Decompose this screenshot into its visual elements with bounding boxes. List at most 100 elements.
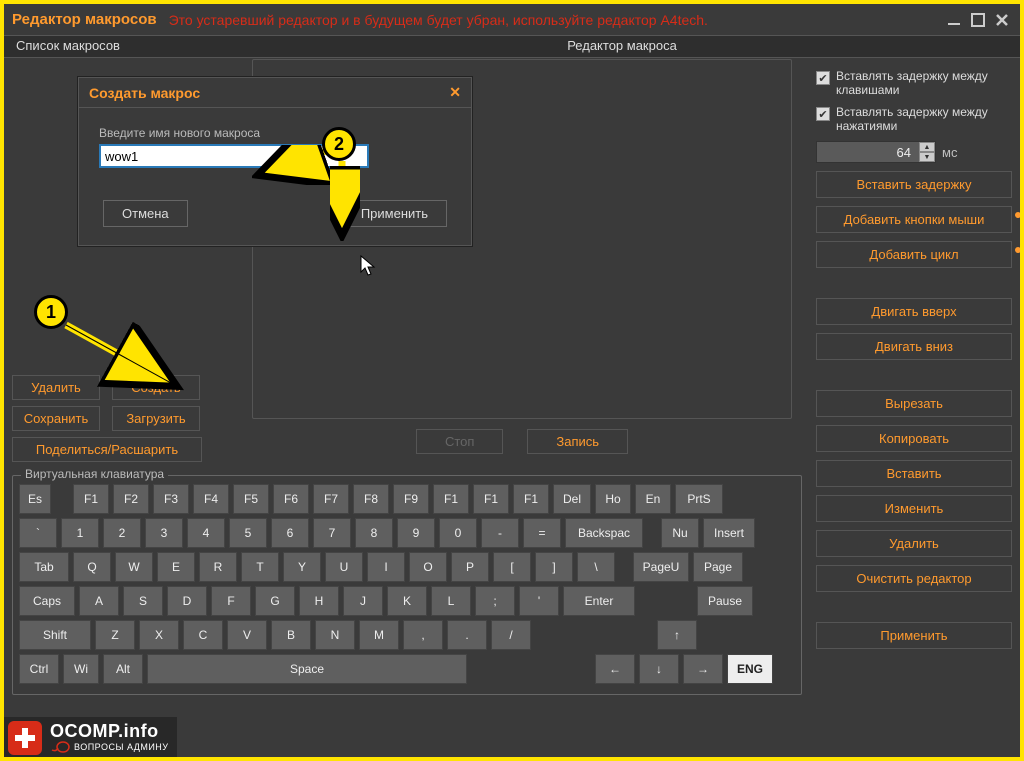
key-[interactable]: ; <box>475 586 515 616</box>
share-macro-button[interactable]: Поделиться/Расшарить <box>12 437 202 462</box>
key-k[interactable]: K <box>387 586 427 616</box>
apply-button[interactable]: Применить <box>816 622 1012 649</box>
key-ho[interactable]: Ho <box>595 484 631 514</box>
clear-editor-button[interactable]: Очистить редактор <box>816 565 1012 592</box>
key-e[interactable]: E <box>157 552 195 582</box>
key-3[interactable]: 3 <box>145 518 183 548</box>
key-2[interactable]: 2 <box>103 518 141 548</box>
delay-spinner[interactable]: 64 ▲▼ <box>816 141 936 163</box>
maximize-button[interactable] <box>968 10 988 30</box>
add-mouse-button[interactable]: Добавить кнопки мыши <box>816 206 1012 233</box>
key-6[interactable]: 6 <box>271 518 309 548</box>
key-space[interactable]: Space <box>147 654 467 684</box>
load-macro-button[interactable]: Загрузить <box>112 406 200 431</box>
close-button[interactable] <box>992 10 1012 30</box>
key-f2[interactable]: F2 <box>113 484 149 514</box>
move-down-button[interactable]: Двигать вниз <box>816 333 1012 360</box>
key-wi[interactable]: Wi <box>63 654 99 684</box>
add-loop-button[interactable]: Добавить цикл <box>816 241 1012 268</box>
key-t[interactable]: T <box>241 552 279 582</box>
key-shift[interactable]: Shift <box>19 620 91 650</box>
key-a[interactable]: A <box>79 586 119 616</box>
minimize-button[interactable] <box>944 10 964 30</box>
delete-step-button[interactable]: Удалить <box>816 530 1012 557</box>
key-q[interactable]: Q <box>73 552 111 582</box>
key-b[interactable]: B <box>271 620 311 650</box>
checkbox-delay-press[interactable]: ✔ <box>816 107 830 121</box>
dialog-cancel-button[interactable]: Отмена <box>103 200 188 227</box>
key-[interactable]: ← <box>595 654 635 684</box>
key-del[interactable]: Del <box>553 484 591 514</box>
key-[interactable]: → <box>683 654 723 684</box>
paste-button[interactable]: Вставить <box>816 460 1012 487</box>
key-1[interactable]: 1 <box>61 518 99 548</box>
key-prts[interactable]: PrtS <box>675 484 723 514</box>
key-pause[interactable]: Pause <box>697 586 753 616</box>
key-i[interactable]: I <box>367 552 405 582</box>
key-8[interactable]: 8 <box>355 518 393 548</box>
key-9[interactable]: 9 <box>397 518 435 548</box>
key-backspac[interactable]: Backspac <box>565 518 643 548</box>
stop-record-button[interactable]: Стоп <box>416 429 503 454</box>
key-page[interactable]: Page <box>693 552 743 582</box>
key-f4[interactable]: F4 <box>193 484 229 514</box>
checkbox-delay-keys[interactable]: ✔ <box>816 71 830 85</box>
key-f8[interactable]: F8 <box>353 484 389 514</box>
key-nu[interactable]: Nu <box>661 518 699 548</box>
insert-delay-button[interactable]: Вставить задержку <box>816 171 1012 198</box>
key-tab[interactable]: Tab <box>19 552 69 582</box>
key-z[interactable]: Z <box>95 620 135 650</box>
tab-macro-editor[interactable]: Редактор макроса <box>224 36 1020 57</box>
key-s[interactable]: S <box>123 586 163 616</box>
key-ctrl[interactable]: Ctrl <box>19 654 59 684</box>
tab-macro-list[interactable]: Список макросов <box>4 36 224 57</box>
edit-button[interactable]: Изменить <box>816 495 1012 522</box>
spinner-up-icon[interactable]: ▲ <box>919 142 935 152</box>
key-[interactable]: ` <box>19 518 57 548</box>
key-5[interactable]: 5 <box>229 518 267 548</box>
key-o[interactable]: O <box>409 552 447 582</box>
key-u[interactable]: U <box>325 552 363 582</box>
key-4[interactable]: 4 <box>187 518 225 548</box>
key-f6[interactable]: F6 <box>273 484 309 514</box>
key-f1[interactable]: F1 <box>513 484 549 514</box>
key-r[interactable]: R <box>199 552 237 582</box>
key-caps[interactable]: Caps <box>19 586 75 616</box>
key-eng[interactable]: ENG <box>727 654 773 684</box>
key-h[interactable]: H <box>299 586 339 616</box>
key-l[interactable]: L <box>431 586 471 616</box>
key-n[interactable]: N <box>315 620 355 650</box>
key-0[interactable]: 0 <box>439 518 477 548</box>
key-f[interactable]: F <box>211 586 251 616</box>
key-v[interactable]: V <box>227 620 267 650</box>
key-f1[interactable]: F1 <box>473 484 509 514</box>
key-enter[interactable]: Enter <box>563 586 635 616</box>
key-f3[interactable]: F3 <box>153 484 189 514</box>
key-[interactable]: = <box>523 518 561 548</box>
key-d[interactable]: D <box>167 586 207 616</box>
save-macro-button[interactable]: Сохранить <box>12 406 100 431</box>
key-[interactable]: ' <box>519 586 559 616</box>
key-[interactable]: / <box>491 620 531 650</box>
key-j[interactable]: J <box>343 586 383 616</box>
key-7[interactable]: 7 <box>313 518 351 548</box>
key-p[interactable]: P <box>451 552 489 582</box>
key-g[interactable]: G <box>255 586 295 616</box>
cut-button[interactable]: Вырезать <box>816 390 1012 417</box>
copy-button[interactable]: Копировать <box>816 425 1012 452</box>
key-c[interactable]: C <box>183 620 223 650</box>
key-[interactable]: ↑ <box>657 620 697 650</box>
key-[interactable]: [ <box>493 552 531 582</box>
key-y[interactable]: Y <box>283 552 321 582</box>
key-[interactable]: ↓ <box>639 654 679 684</box>
key-[interactable]: - <box>481 518 519 548</box>
key-f9[interactable]: F9 <box>393 484 429 514</box>
key-insert[interactable]: Insert <box>703 518 755 548</box>
key-f1[interactable]: F1 <box>433 484 469 514</box>
dialog-close-icon[interactable]: ✕ <box>449 84 461 101</box>
key-w[interactable]: W <box>115 552 153 582</box>
key-f7[interactable]: F7 <box>313 484 349 514</box>
key-es[interactable]: Es <box>19 484 51 514</box>
spinner-down-icon[interactable]: ▼ <box>919 152 935 162</box>
key-f5[interactable]: F5 <box>233 484 269 514</box>
